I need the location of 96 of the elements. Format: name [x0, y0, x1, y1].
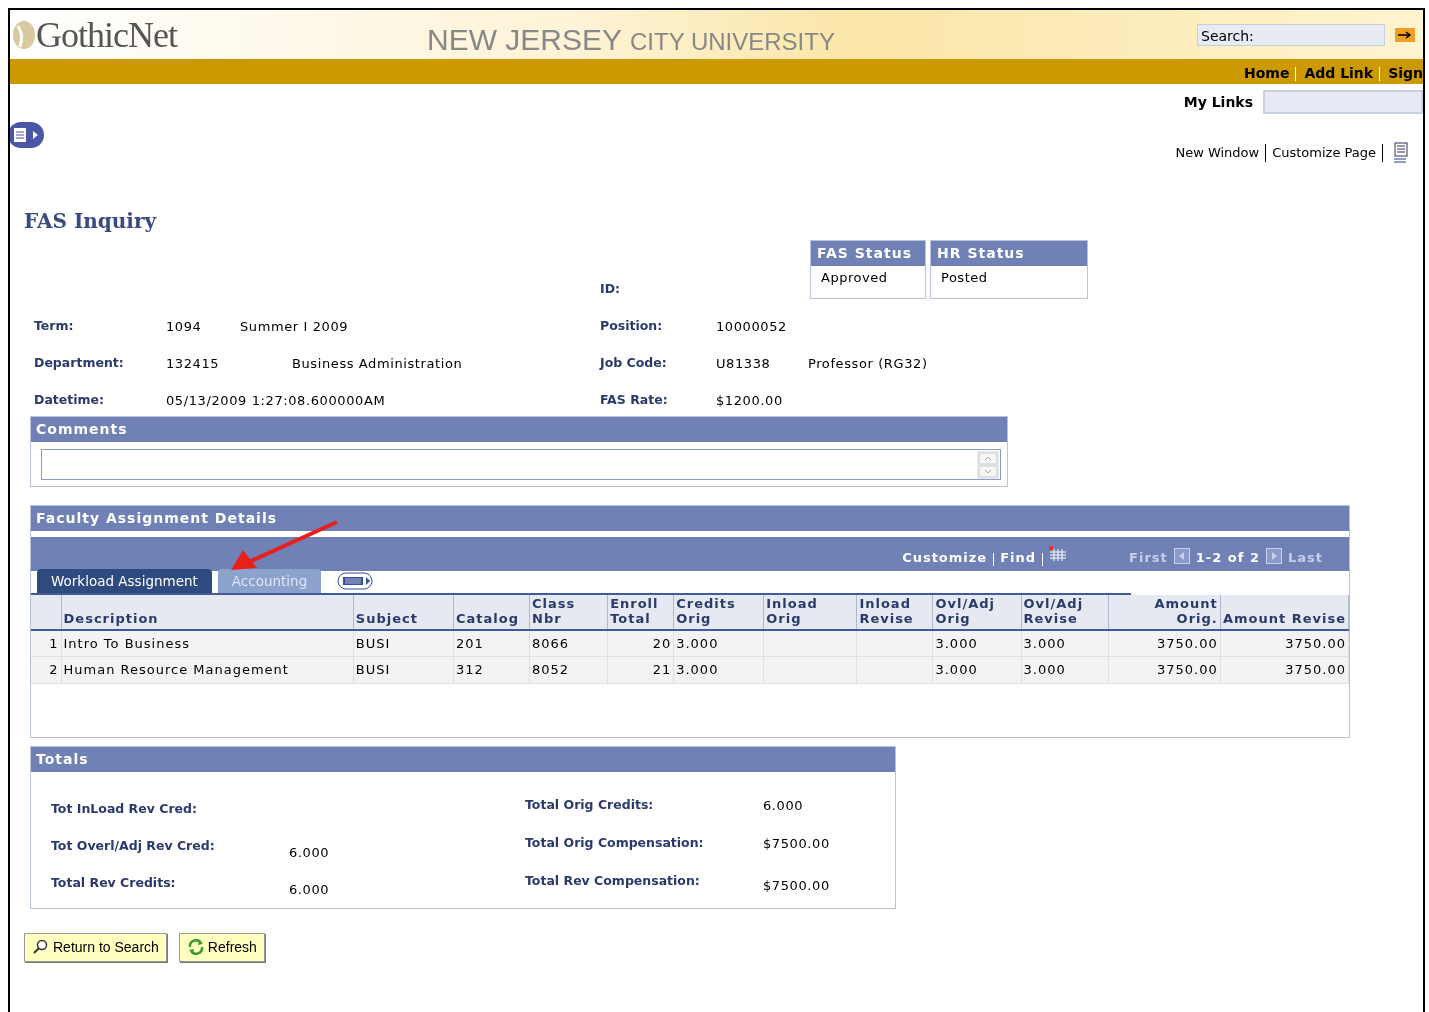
column-header: Subject: [353, 594, 454, 630]
status-header: FAS Status: [811, 241, 926, 266]
arrow-icon: [1398, 30, 1412, 39]
search-field[interactable]: Search:: [1197, 23, 1385, 46]
table-cell: 3750.00: [1108, 629, 1221, 657]
total-label: Total Rev Credits:: [51, 873, 177, 892]
tab[interactable]: Workload Assignment: [37, 568, 212, 593]
column-header: Class Nbr: [529, 594, 608, 630]
new-window-link[interactable]: New Window: [1175, 143, 1260, 163]
field-label: Term:: [34, 316, 75, 335]
field-value: 10000052: [716, 317, 788, 336]
column-header: Ovl/Adj Revise: [1021, 594, 1109, 630]
status-value: Approved: [820, 269, 889, 287]
logo-text: GothicNet: [36, 13, 177, 57]
customize-link[interactable]: Customize: [902, 548, 988, 568]
column-header: Amount Orig.: [1108, 594, 1221, 630]
total-label: Tot Overl/Adj Rev Cred:: [51, 836, 216, 855]
total-label: Total Orig Credits:: [525, 795, 655, 814]
table-cell: Human Resource Management: [61, 656, 354, 684]
column-header: Catalog: [453, 594, 530, 630]
total-value: $7500.00: [763, 835, 831, 854]
comments-field[interactable]: [41, 448, 1001, 480]
panel-header: Faculty Assignment Details: [31, 505, 1349, 531]
table-cell: BUSI: [353, 629, 454, 657]
field-label: ID:: [600, 280, 621, 298]
status-value: Posted: [940, 269, 989, 287]
search-go-button[interactable]: [1395, 27, 1415, 42]
university-name: CITY UNIVERSITY: [630, 27, 835, 57]
field-value: 132415: [166, 354, 221, 373]
column-header: Description: [61, 594, 354, 630]
field-value: $1200.00: [716, 391, 784, 410]
return-to-search-button[interactable]: Return to Search: [24, 932, 167, 962]
previous-icon[interactable]: [1173, 547, 1190, 564]
nav-link[interactable]: Home: [1243, 63, 1290, 84]
table-cell: Intro To Business: [61, 629, 354, 657]
panel-header: Comments: [31, 416, 1007, 442]
total-value: $7500.00: [763, 877, 831, 896]
field-label: Position:: [600, 316, 664, 335]
scroll-bar-icon[interactable]: [977, 450, 999, 479]
field-value: Summer I 2009: [240, 317, 350, 336]
field-label: Job Code:: [600, 353, 668, 372]
nav-link[interactable]: Add Link: [1304, 63, 1374, 84]
row-number: 2: [31, 656, 62, 684]
row-number: 1: [31, 629, 62, 657]
find-link[interactable]: Find: [1000, 548, 1037, 568]
table-cell: 20: [607, 629, 674, 657]
field-label: Datetime:: [34, 390, 106, 409]
column-header: Enroll Total: [607, 594, 674, 630]
total-label: Total Rev Compensation:: [525, 872, 701, 891]
page-title: FAS Inquiry: [24, 208, 158, 235]
column-header: Inload Orig: [763, 594, 857, 630]
total-value: 6.000: [289, 843, 331, 862]
table-cell: 3750.00: [1220, 656, 1349, 684]
column-header: Credits Orig: [673, 594, 764, 630]
table-cell: 8066: [529, 629, 608, 657]
column-header: Ovl/Adj Orig: [932, 594, 1022, 630]
page-menu-icon[interactable]: [10, 122, 44, 148]
total-value: 6.000: [763, 796, 805, 815]
table-cell: 201: [453, 629, 530, 657]
next-icon[interactable]: [1266, 547, 1282, 564]
status-header: HR Status: [931, 241, 1088, 266]
column-header: Amount Revise: [1220, 594, 1349, 630]
table-cell: 3.000: [673, 656, 764, 684]
table-cell: 312: [453, 656, 530, 684]
my-links-link[interactable]: My Links: [1183, 91, 1253, 113]
customize-page-link[interactable]: Customize Page: [1272, 143, 1376, 163]
total-value: 6.000: [289, 880, 331, 899]
table-cell: BUSI: [353, 656, 454, 684]
magnifier-icon: [32, 939, 50, 956]
field-value: Professor (RG32): [808, 354, 929, 373]
nav-link[interactable]: Sign: [1388, 63, 1423, 84]
show-all-columns-icon[interactable]: [337, 571, 376, 590]
grid-view-icon[interactable]: [1049, 545, 1068, 562]
university-name: NEW JERSEY: [426, 22, 622, 58]
refresh-button[interactable]: Refresh: [178, 932, 265, 962]
panel-header: Totals: [31, 746, 895, 772]
logo-icon: [12, 19, 36, 50]
table-cell: 3.000: [1021, 656, 1109, 684]
total-label: Tot InLoad Rev Cred:: [51, 799, 198, 818]
refresh-icon: [186, 939, 205, 956]
table-cell: 8052: [529, 656, 608, 684]
total-label: Total Orig Compensation:: [525, 834, 705, 853]
table-cell: 3.000: [673, 629, 764, 657]
field-label: Department:: [34, 353, 125, 372]
table-cell: 3.000: [932, 656, 1022, 684]
table-cell: 3.000: [932, 629, 1022, 657]
table-cell: 3750.00: [1220, 629, 1349, 657]
field-value: U81338: [716, 354, 772, 373]
field-label: FAS Rate:: [600, 390, 669, 409]
column-header: Inload Revise: [856, 594, 933, 630]
field-value: Business Administration: [291, 354, 464, 373]
field-value: 05/13/2009 1:27:08.600000AM: [166, 391, 387, 410]
field-value: 1094: [166, 317, 203, 336]
table-cell: 3.000: [1021, 629, 1109, 657]
table-cell: 3750.00: [1108, 656, 1221, 684]
row-count: 1-2 of 2: [1195, 549, 1260, 568]
